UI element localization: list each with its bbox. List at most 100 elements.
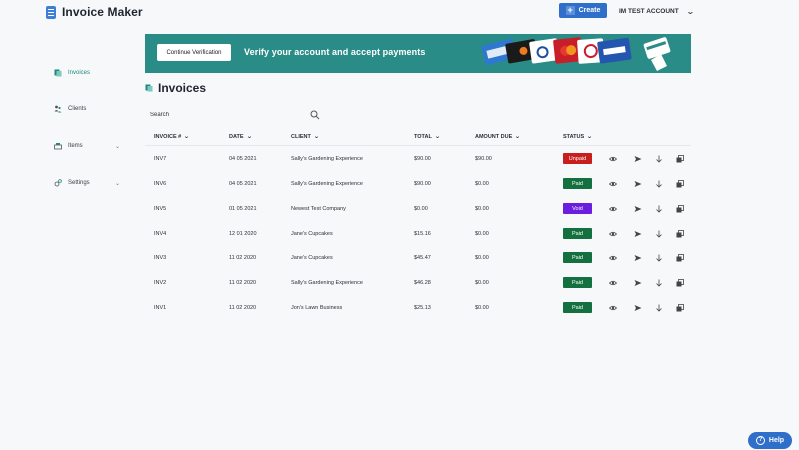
invoice-total: $0.00	[414, 206, 428, 212]
chevron-down-icon: ⌄	[685, 6, 695, 16]
invoice-date: 01 05 2021	[229, 206, 257, 212]
download-icon[interactable]	[655, 155, 663, 163]
chevron-down-icon: ⌄	[514, 134, 521, 140]
column-header-client[interactable]: CLIENT ⌄	[291, 133, 319, 141]
invoice-total: $90.00	[414, 156, 431, 162]
table-row[interactable]: INV7 04 05 2021 Sally's Gardening Experi…	[0, 153, 799, 165]
download-icon[interactable]	[655, 180, 663, 188]
download-icon[interactable]	[655, 230, 663, 238]
duplicate-icon[interactable]	[676, 205, 684, 213]
continue-verification-button[interactable]: Continue Verification	[157, 44, 231, 61]
invoice-date: 04 05 2021	[229, 181, 257, 187]
sidebar-item-label: Items	[68, 143, 83, 149]
invoice-client: Sally's Gardening Experience	[291, 156, 363, 162]
eye-icon[interactable]	[609, 155, 617, 163]
status-badge: Paid	[563, 302, 592, 313]
search-input[interactable]	[150, 112, 290, 118]
invoice-client: Newest Test Company	[291, 206, 346, 212]
plus-icon: +	[565, 5, 575, 15]
table-row[interactable]: INV6 04 05 2021 Sally's Gardening Experi…	[0, 178, 799, 190]
download-icon[interactable]	[655, 304, 663, 312]
payment-cards-illustration	[481, 37, 671, 71]
duplicate-icon[interactable]	[676, 279, 684, 287]
invoice-client: Jon's Lawn Business	[291, 305, 343, 311]
create-button[interactable]: + Create	[559, 3, 607, 18]
column-header-total[interactable]: TOTAL ⌄	[414, 133, 441, 141]
chevron-down-icon: ⌄	[434, 134, 441, 140]
invoice-logo-icon	[46, 5, 56, 19]
invoice-total: $25.13	[414, 305, 431, 311]
invoice-amount-due: $0.00	[475, 206, 489, 212]
eye-icon[interactable]	[609, 180, 617, 188]
invoice-number[interactable]: INV6	[154, 181, 166, 187]
account-name: IM TEST ACCOUNT	[619, 7, 679, 15]
table-row[interactable]: INV5 01 05 2021 Newest Test Company $0.0…	[0, 203, 799, 215]
send-icon[interactable]	[634, 304, 642, 312]
status-badge: Paid	[563, 178, 592, 189]
search-icon[interactable]	[310, 110, 320, 120]
invoice-total: $45.47	[414, 255, 431, 261]
create-label: Create	[578, 7, 601, 14]
table-row[interactable]: INV1 11 02 2020 Jon's Lawn Business $25.…	[0, 302, 799, 314]
duplicate-icon[interactable]	[676, 304, 684, 312]
send-icon[interactable]	[634, 155, 642, 163]
help-label: Help	[768, 437, 785, 444]
invoice-date: 04 05 2021	[229, 156, 257, 162]
table-row[interactable]: INV3 11 02 2020 Jane's Cupcakes $45.47 $…	[0, 252, 799, 264]
duplicate-icon[interactable]	[676, 180, 684, 188]
invoice-total: $46.28	[414, 280, 431, 286]
help-button[interactable]: ? Help	[748, 432, 792, 449]
chevron-down-icon: ⌄	[114, 143, 120, 150]
send-icon[interactable]	[634, 180, 642, 188]
invoice-total: $90.00	[414, 181, 431, 187]
invoice-amount-due: $0.00	[475, 255, 489, 261]
verification-banner: Continue Verification Verify your accoun…	[145, 34, 691, 73]
invoice-number[interactable]: INV3	[154, 255, 166, 261]
invoice-amount-due: $90.00	[475, 156, 492, 162]
invoice-client: Sally's Gardening Experience	[291, 181, 363, 187]
eye-icon[interactable]	[609, 230, 617, 238]
search-bar	[150, 109, 320, 121]
sidebar-item-clients[interactable]: Clients	[54, 103, 126, 115]
send-icon[interactable]	[634, 205, 642, 213]
invoice-number[interactable]: INV5	[154, 206, 166, 212]
page-title-text: Invoices	[158, 81, 207, 95]
download-icon[interactable]	[655, 254, 663, 262]
table-row[interactable]: INV2 11 02 2020 Sally's Gardening Experi…	[0, 277, 799, 289]
app-title: Invoice Maker	[62, 5, 143, 19]
column-header-invoice[interactable]: INVOICE # ⌄	[154, 133, 190, 141]
send-icon[interactable]	[634, 279, 642, 287]
header-divider	[145, 145, 691, 146]
sidebar-item-invoices[interactable]: Invoices	[54, 67, 126, 79]
invoice-number[interactable]: INV2	[154, 280, 166, 286]
invoice-amount-due: $0.00	[475, 231, 489, 237]
page-title: Invoices	[145, 81, 206, 95]
eye-icon[interactable]	[609, 254, 617, 262]
download-icon[interactable]	[655, 279, 663, 287]
invoice-date: 12 01 2020	[229, 231, 257, 237]
invoice-number[interactable]: INV1	[154, 305, 166, 311]
invoice-number[interactable]: INV4	[154, 231, 166, 237]
invoice-icon	[145, 84, 153, 92]
duplicate-icon[interactable]	[676, 230, 684, 238]
column-header-status[interactable]: STATUS ⌄	[563, 133, 593, 141]
column-header-date[interactable]: DATE ⌄	[229, 133, 252, 141]
table-row[interactable]: INV4 12 01 2020 Jane's Cupcakes $15.16 $…	[0, 228, 799, 240]
banner-message: Verify your account and accept payments	[244, 47, 426, 57]
account-menu[interactable]: IM TEST ACCOUNT ⌄	[619, 5, 695, 17]
duplicate-icon[interactable]	[676, 155, 684, 163]
app-header: Invoice Maker + Create IM TEST ACCOUNT ⌄	[0, 0, 799, 22]
duplicate-icon[interactable]	[676, 254, 684, 262]
status-badge: Paid	[563, 277, 592, 288]
column-header-amount-due[interactable]: AMOUNT DUE ⌄	[475, 133, 521, 141]
eye-icon[interactable]	[609, 304, 617, 312]
eye-icon[interactable]	[609, 279, 617, 287]
app-logo[interactable]: Invoice Maker	[46, 4, 143, 20]
download-icon[interactable]	[655, 205, 663, 213]
sidebar-item-label: Clients	[68, 106, 87, 112]
send-icon[interactable]	[634, 230, 642, 238]
eye-icon[interactable]	[609, 205, 617, 213]
send-icon[interactable]	[634, 254, 642, 262]
invoice-client: Sally's Gardening Experience	[291, 280, 363, 286]
invoice-number[interactable]: INV7	[154, 156, 166, 162]
